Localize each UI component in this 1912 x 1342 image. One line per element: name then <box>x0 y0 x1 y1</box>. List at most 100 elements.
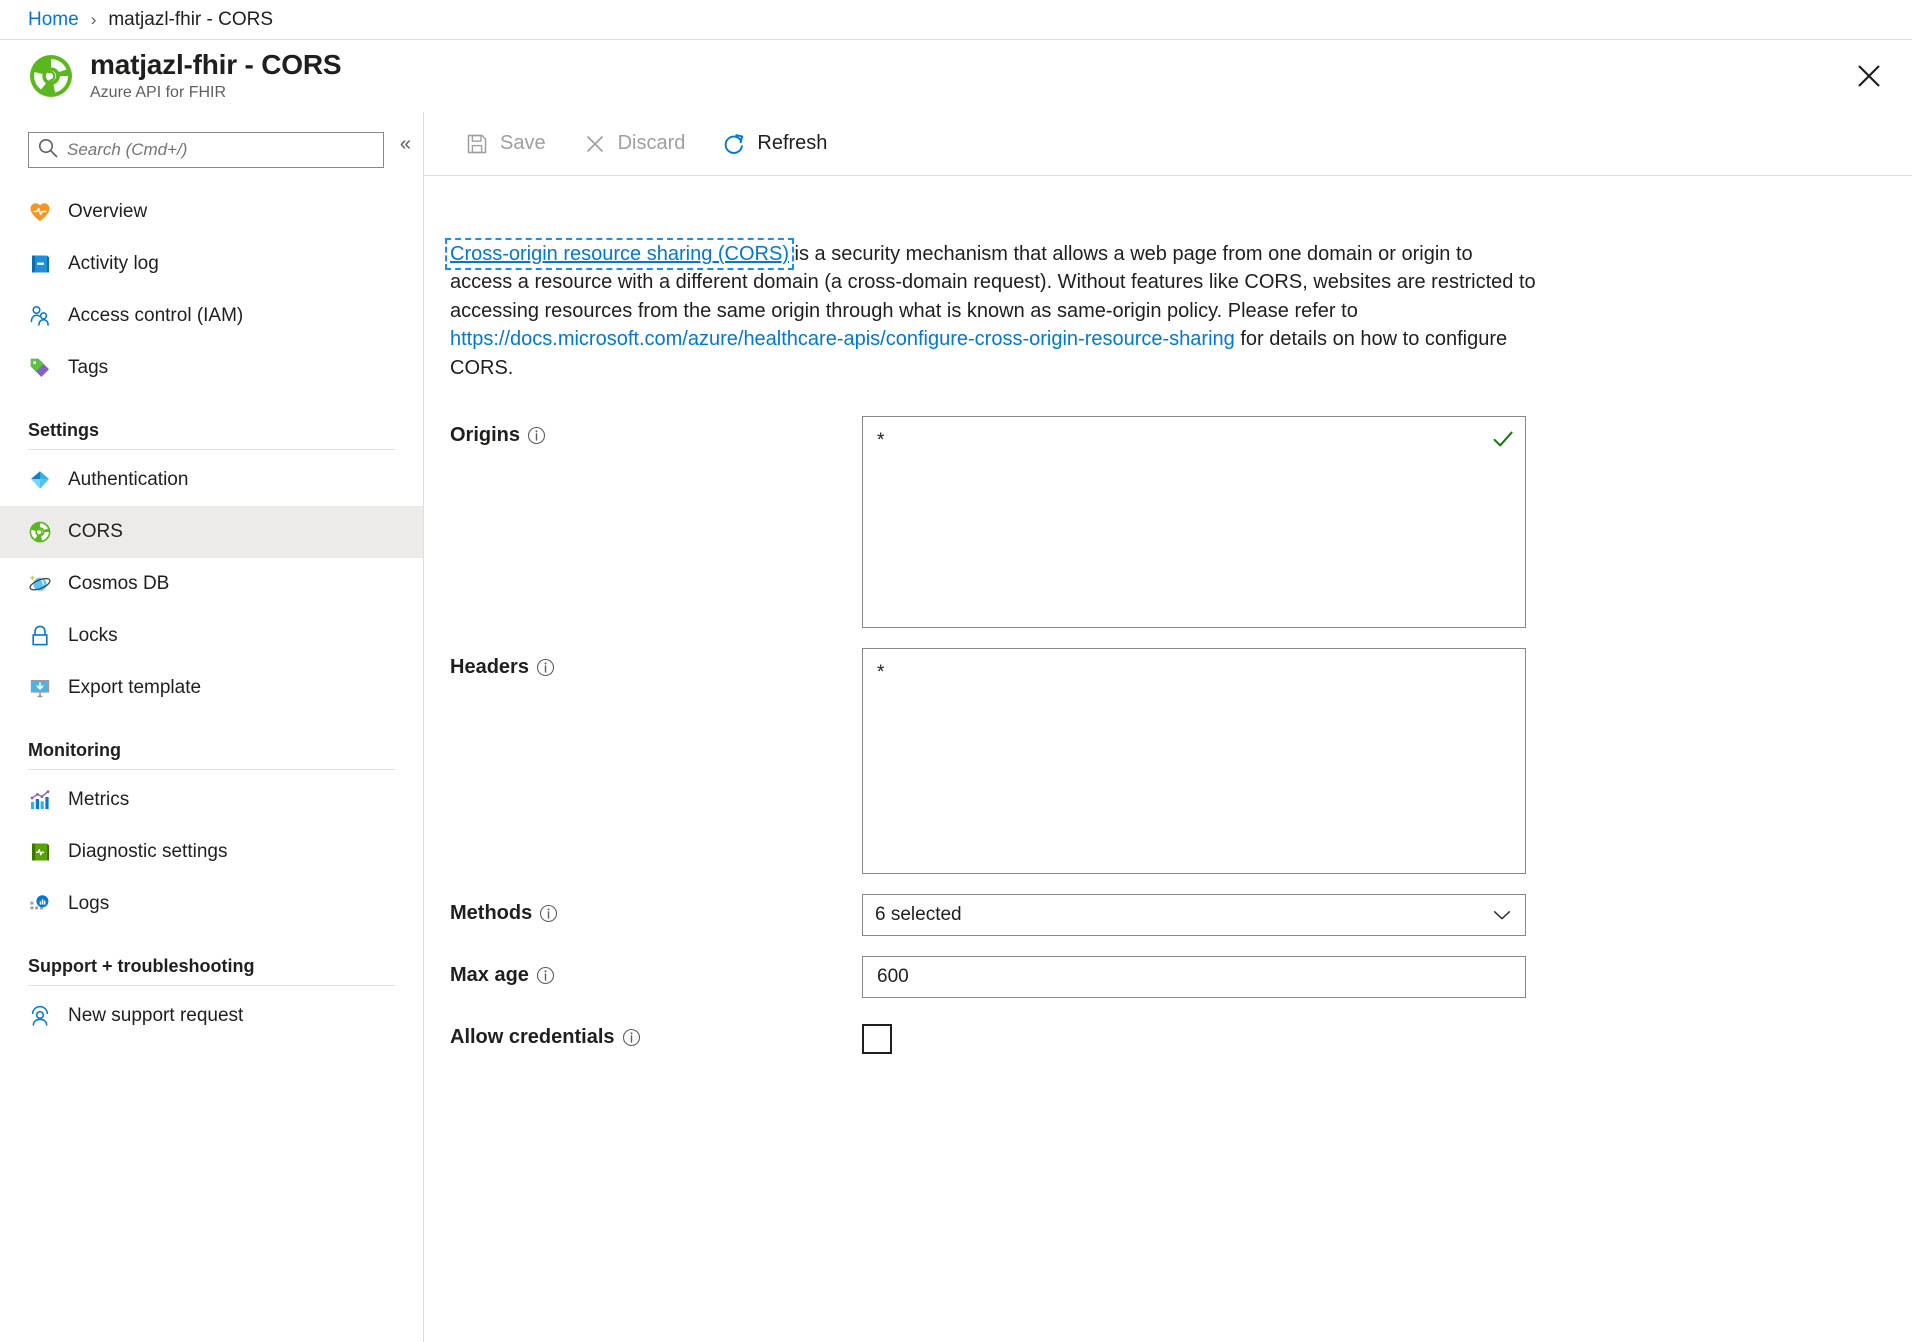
sidebar-item-overview[interactable]: Overview <box>0 186 423 238</box>
page-title: matjazl-fhir - CORS <box>90 50 341 80</box>
refresh-circular-arrow-icon <box>721 131 747 157</box>
discard-button-label: Discard <box>618 132 686 155</box>
info-icon[interactable] <box>539 904 558 923</box>
sidebar-item-label: Tags <box>68 357 108 379</box>
sidebar-item-export-template[interactable]: Export template <box>0 662 423 714</box>
sidebar-group-divider <box>28 985 395 986</box>
origins-label: Origins <box>450 424 520 447</box>
headers-field-area <box>862 648 1526 874</box>
sidebar-item-cors[interactable]: CORS <box>0 506 423 558</box>
sidebar-item-label: Metrics <box>68 789 129 811</box>
breadcrumb-separator-icon: › <box>91 10 97 30</box>
sidebar-item-metrics[interactable]: Metrics <box>0 774 423 826</box>
breadcrumb: Home › matjazl-fhir - CORS <box>0 0 1912 40</box>
sidebar-item-activity-log[interactable]: Activity log <box>0 238 423 290</box>
headers-row: Headers <box>450 648 1912 874</box>
heart-pulse-icon <box>26 198 54 226</box>
docs-url-link[interactable]: https://docs.microsoft.com/azure/healthc… <box>450 328 1235 350</box>
sidebar-group-header-settings: Settings <box>0 394 423 447</box>
sidebar-item-label: Cosmos DB <box>68 573 169 595</box>
methods-label-wrap: Methods <box>450 894 862 925</box>
sidebar-group-divider <box>28 769 395 770</box>
close-icon[interactable] <box>1846 53 1892 99</box>
headers-label: Headers <box>450 656 529 679</box>
methods-selected-value: 6 selected <box>875 904 962 926</box>
export-template-icon <box>26 674 54 702</box>
origins-textarea-box[interactable] <box>862 416 1526 628</box>
breadcrumb-current: matjazl-fhir - CORS <box>108 9 273 31</box>
origins-row: Origins <box>450 416 1912 628</box>
sidebar-item-locks[interactable]: Locks <box>0 610 423 662</box>
info-icon[interactable] <box>536 658 555 677</box>
metrics-chart-icon <box>26 786 54 814</box>
cors-green-globe-icon <box>28 53 74 99</box>
sidebar-item-label: Authentication <box>68 469 188 491</box>
max-age-field-area <box>862 956 1526 998</box>
sidebar-item-label: Logs <box>68 893 109 915</box>
max-age-input[interactable] <box>875 965 1513 989</box>
allow-credentials-checkbox[interactable] <box>862 1024 892 1054</box>
chevron-double-left-icon[interactable]: « <box>400 134 411 154</box>
save-floppy-icon <box>464 131 490 157</box>
search-input-wrapper[interactable] <box>28 132 384 168</box>
headers-textarea-box[interactable] <box>862 648 1526 874</box>
methods-label: Methods <box>450 902 532 925</box>
origins-input[interactable] <box>863 417 1525 627</box>
info-icon[interactable] <box>622 1028 641 1047</box>
info-icon[interactable] <box>527 426 546 445</box>
search-input[interactable] <box>65 139 375 161</box>
sidebar-item-new-support-request[interactable]: New support request <box>0 990 423 1042</box>
max-age-row: Max age <box>450 956 1912 998</box>
cors-definition-link[interactable]: Cross-origin resource sharing (CORS) <box>450 243 789 265</box>
chevron-down-icon <box>1491 904 1513 926</box>
allow-credentials-label: Allow credentials <box>450 1026 615 1049</box>
origins-label-wrap: Origins <box>450 416 862 447</box>
sidebar-item-tags[interactable]: Tags <box>0 342 423 394</box>
allow-credentials-row: Allow credentials <box>450 1018 1912 1054</box>
max-age-label: Max age <box>450 964 529 987</box>
sidebar-search-row <box>0 120 423 168</box>
sidebar-item-cosmos-db[interactable]: Cosmos DB <box>0 558 423 610</box>
sidebar-item-access-control[interactable]: Access control (IAM) <box>0 290 423 342</box>
save-button[interactable]: Save <box>450 122 560 166</box>
methods-field-area: 6 selected <box>862 894 1526 936</box>
sidebar-item-label: Overview <box>68 201 147 223</box>
cors-green-globe-icon <box>26 518 54 546</box>
cosmos-db-planet-icon <box>26 570 54 598</box>
max-age-input-box[interactable] <box>862 956 1526 998</box>
cors-description: Cross-origin resource sharing (CORS) is … <box>450 240 1540 382</box>
info-icon[interactable] <box>536 966 555 985</box>
methods-row: Methods 6 selected <box>450 894 1912 936</box>
sidebar-item-label: CORS <box>68 521 123 543</box>
lock-icon <box>26 622 54 650</box>
sidebar-item-label: Access control (IAM) <box>68 305 243 327</box>
allow-credentials-label-wrap: Allow credentials <box>450 1018 862 1049</box>
logs-icon <box>26 890 54 918</box>
refresh-button[interactable]: Refresh <box>707 122 841 166</box>
support-person-icon <box>26 1002 54 1030</box>
discard-button[interactable]: Discard <box>568 122 700 166</box>
sidebar-group-divider <box>28 449 395 450</box>
save-button-label: Save <box>500 132 546 155</box>
sidebar-group-header-support: Support + troubleshooting <box>0 930 423 983</box>
authentication-diamond-icon <box>26 466 54 494</box>
headers-input[interactable] <box>863 649 1525 873</box>
methods-dropdown[interactable]: 6 selected <box>862 894 1526 936</box>
sidebar-item-label: Activity log <box>68 253 159 275</box>
command-bar: Save Discard Refresh <box>424 112 1912 176</box>
page-header: matjazl-fhir - CORS Azure API for FHIR <box>0 40 1912 112</box>
sidebar-item-label: New support request <box>68 1005 243 1027</box>
sidebar-nav-list: Overview Activity log <box>0 186 423 1042</box>
content-pane: Save Discard Refresh <box>424 112 1912 1342</box>
sidebar-item-logs[interactable]: Logs <box>0 878 423 930</box>
sidebar-item-authentication[interactable]: Authentication <box>0 454 423 506</box>
max-age-label-wrap: Max age <box>450 956 862 987</box>
allow-credentials-field-area <box>862 1018 892 1054</box>
breadcrumb-home-link[interactable]: Home <box>28 9 79 31</box>
sidebar-group-header-monitoring: Monitoring <box>0 714 423 767</box>
people-icon <box>26 302 54 330</box>
sidebar-item-label: Export template <box>68 677 201 699</box>
sidebar-item-diagnostic-settings[interactable]: Diagnostic settings <box>0 826 423 878</box>
sidebar-item-label: Locks <box>68 625 118 647</box>
refresh-button-label: Refresh <box>757 132 827 155</box>
